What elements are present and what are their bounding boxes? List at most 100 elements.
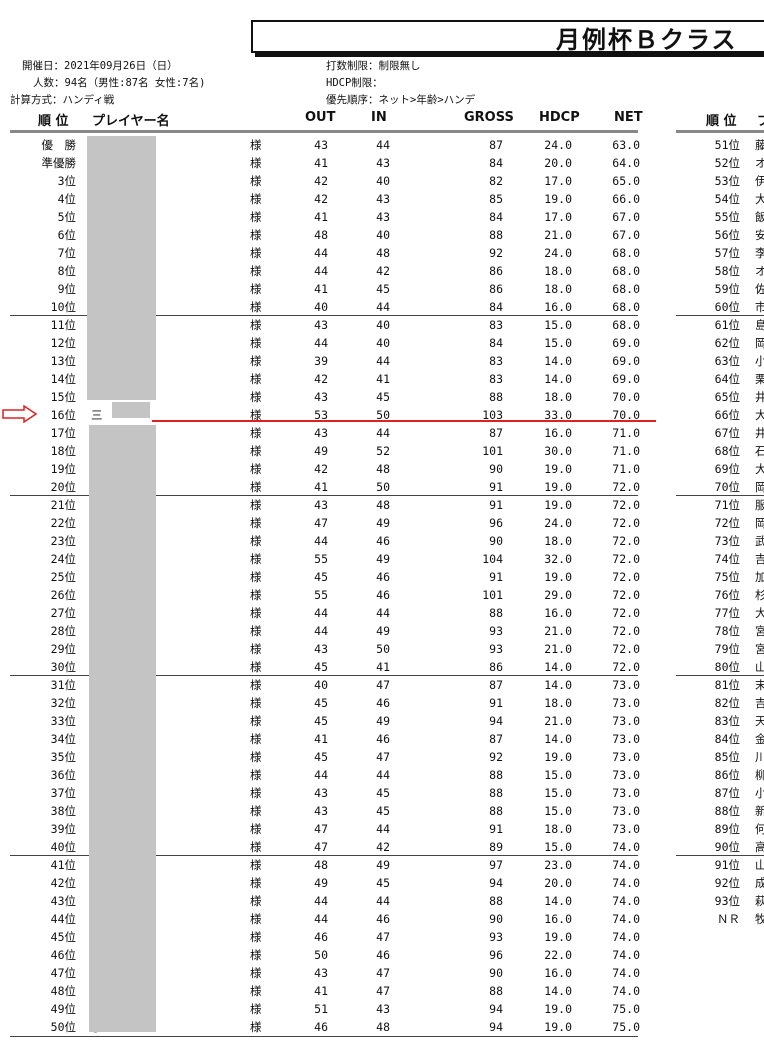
rank-cell-right: 93位 xyxy=(714,894,740,908)
rank-cell-right: 76位 xyxy=(714,588,740,602)
rank-cell-right: 62位 xyxy=(714,336,740,350)
player-name-cell-right: 吉 xyxy=(755,696,764,710)
rank-cell: 48位 xyxy=(50,984,76,998)
rank-cell-right: 74位 xyxy=(714,552,740,566)
player-name-cell-right: 山 xyxy=(755,660,764,674)
player-name-cell-right: 宮 xyxy=(755,642,764,656)
rank-cell-right: 71位 xyxy=(714,498,740,512)
rank-cell: 47位 xyxy=(50,966,76,980)
player-name-cell-right: 武 xyxy=(755,534,764,548)
rank-cell-right: 83位 xyxy=(714,714,740,728)
hdcp-limit: HDCP制限： xyxy=(326,77,383,89)
rank-cell-right: 87位 xyxy=(714,786,740,800)
player-name-cell-right: 岡 xyxy=(755,480,764,494)
player-name-cell-right: 成 xyxy=(755,876,764,890)
rank-cell-right: 85位 xyxy=(714,750,740,764)
rank-cell-right: 67位 xyxy=(714,426,740,440)
player-name-cell-right: 牧 xyxy=(755,912,764,926)
rank-cell-right: 75位 xyxy=(714,570,740,584)
rank-cell-right: 72位 xyxy=(714,516,740,530)
rank-cell-right: 64位 xyxy=(714,372,740,386)
header-out: OUT xyxy=(305,110,336,125)
player-name-cell-right: 山 xyxy=(755,858,764,872)
group-separator-right xyxy=(676,495,764,496)
rank-cell-right: 57位 xyxy=(714,246,740,260)
stroke-limit: 打数制限：制限無し xyxy=(326,60,421,72)
group-separator-right xyxy=(676,315,764,316)
header-player-2: プ xyxy=(757,114,764,129)
header-rule-left xyxy=(10,130,638,133)
out-cell: 43 xyxy=(314,966,328,980)
player-name-cell-right: 高 xyxy=(755,840,764,854)
rank-cell-right: 84位 xyxy=(714,732,740,746)
rank-cell-right: 89位 xyxy=(714,822,740,836)
player-name-cell-right: 大 xyxy=(755,606,764,620)
player-name-cell-right: 金 xyxy=(755,732,764,746)
net-cell: 74.0 xyxy=(612,966,640,980)
in-cell: 46 xyxy=(376,948,390,962)
player-name-cell-right: 柳 xyxy=(755,768,764,782)
name-redaction-16th xyxy=(112,402,150,418)
page-title: 月例杯Ｂクラス xyxy=(556,26,738,54)
gross-cell: 94 xyxy=(489,1020,503,1034)
rank-cell-right: ＮＲ xyxy=(717,912,740,926)
rank-cell-right: 55位 xyxy=(714,210,740,224)
player-name-cell-right: 岡 xyxy=(755,516,764,530)
player-name-cell-right: 佐 xyxy=(755,282,764,296)
player-name-cell-right: 小 xyxy=(755,354,764,368)
net-cell: 74.0 xyxy=(612,984,640,998)
rank-cell-right: 77位 xyxy=(714,606,740,620)
rank-cell-right: 63位 xyxy=(714,354,740,368)
player-name-cell-right: 大 xyxy=(755,192,764,206)
player-name-cell-right: 安 xyxy=(755,228,764,242)
rank-cell: 46位 xyxy=(50,948,76,962)
out-cell: 50 xyxy=(314,948,328,962)
player-name-cell-right: 島 xyxy=(755,318,764,332)
out-cell: 41 xyxy=(314,984,328,998)
rank-cell-right: 86位 xyxy=(714,768,740,782)
rank-cell-right: 53位 xyxy=(714,174,740,188)
rank-cell-right: 66位 xyxy=(714,408,740,422)
out-cell: 46 xyxy=(314,930,328,944)
player-name-cell-right: 宮 xyxy=(755,624,764,638)
player-name-cell-right: 大 xyxy=(755,408,764,422)
player-name-cell-right: オ xyxy=(755,156,764,170)
rank-cell-right: 56位 xyxy=(714,228,740,242)
rank-cell-right: 90位 xyxy=(714,840,740,854)
gross-cell: 88 xyxy=(489,984,503,998)
hdcp-cell: 22.0 xyxy=(544,948,572,962)
net-cell: 75.0 xyxy=(612,1020,640,1034)
name-redaction-bottom xyxy=(89,425,156,1032)
in-cell: 47 xyxy=(376,966,390,980)
rank-cell-right: 69位 xyxy=(714,462,740,476)
player-name-cell-right: 井 xyxy=(755,390,764,404)
player-name-cell-right: 杉 xyxy=(755,588,764,602)
gross-cell: 96 xyxy=(489,948,503,962)
in-cell: 48 xyxy=(376,1020,390,1034)
rank-cell-right: 65位 xyxy=(714,390,740,404)
net-cell: 74.0 xyxy=(612,948,640,962)
highlight-underline xyxy=(152,420,656,422)
player-name-cell-right: 藤 xyxy=(755,138,764,152)
player-name-cell-right: 萩 xyxy=(755,894,764,908)
header-rule-right xyxy=(676,130,764,133)
rank-cell-right: 52位 xyxy=(714,156,740,170)
rank-cell-right: 92位 xyxy=(714,876,740,890)
rank-cell: 45位 xyxy=(50,930,76,944)
honorific-cell: 様 xyxy=(250,966,262,980)
priority-order: 優先順序：ネット>年齢>ハンデ xyxy=(326,94,476,106)
player-name-cell-right: 川 xyxy=(755,750,764,764)
rank-cell-right: 58位 xyxy=(714,264,740,278)
hdcp-cell: 14.0 xyxy=(544,984,572,998)
rank-cell-right: 61位 xyxy=(714,318,740,332)
player-name-cell-right: 市 xyxy=(755,300,764,314)
name-redaction-top xyxy=(87,136,156,400)
player-name-cell-right: 小 xyxy=(755,786,764,800)
player-name-cell-right: 栗 xyxy=(755,372,764,386)
header-net: NET xyxy=(614,110,643,125)
rank-cell-right: 82位 xyxy=(714,696,740,710)
rank-cell-right: 91位 xyxy=(714,858,740,872)
in-cell: 47 xyxy=(376,984,390,998)
rank-cell-right: 80位 xyxy=(714,660,740,674)
hdcp-cell: 16.0 xyxy=(544,966,572,980)
